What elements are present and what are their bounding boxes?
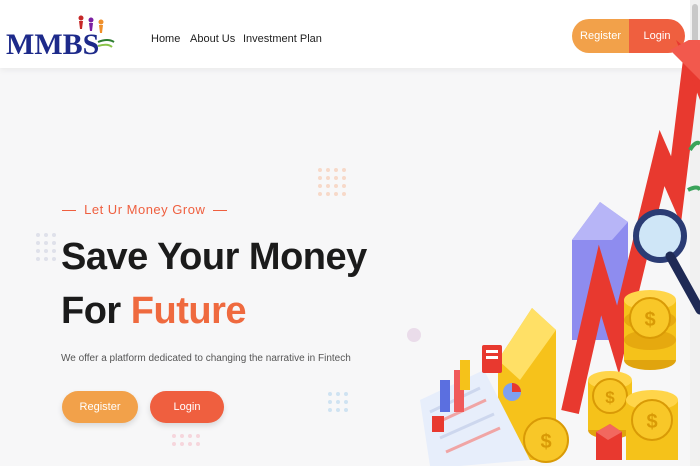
hero-register-button[interactable]: Register: [62, 391, 138, 423]
decor-dots-top: [318, 168, 346, 196]
coin-stack-right: $: [624, 290, 676, 370]
brand-logo[interactable]: MMBS: [6, 12, 116, 61]
decor-dots-bottom: [328, 392, 348, 412]
coin-stack-bottom: $: [626, 390, 678, 460]
nav-about-us[interactable]: About Us: [190, 33, 235, 45]
svg-text:$: $: [646, 411, 657, 433]
finance-growth-illustration: $ $ $ $: [420, 40, 700, 466]
svg-text:$: $: [605, 388, 615, 407]
hero-subtitle: We offer a platform dedicated to changin…: [61, 353, 351, 364]
coin-single-left: $: [523, 417, 569, 463]
tagline-text: Let Ur Money Grow: [84, 202, 206, 217]
hero-title-line2: For Future: [61, 290, 247, 333]
decor-dots-left: [36, 233, 56, 261]
hero-title-accent: Future: [130, 290, 247, 332]
svg-text:$: $: [644, 309, 655, 331]
hero-login-button[interactable]: Login: [150, 391, 224, 423]
nav-investment-plan[interactable]: Investment Plan: [243, 33, 322, 45]
tagline-line-left: [62, 210, 76, 212]
hero-title-prefix: For: [61, 290, 131, 332]
hero-tagline: Let Ur Money Grow: [62, 202, 228, 217]
tagline-line-right: [213, 210, 228, 212]
brand-name: MMBS: [6, 28, 100, 61]
decor-dots-pink: [172, 434, 200, 446]
nav-home[interactable]: Home: [151, 33, 180, 45]
svg-text:$: $: [540, 431, 551, 453]
hero-title-line1: Save Your Money: [61, 236, 367, 278]
